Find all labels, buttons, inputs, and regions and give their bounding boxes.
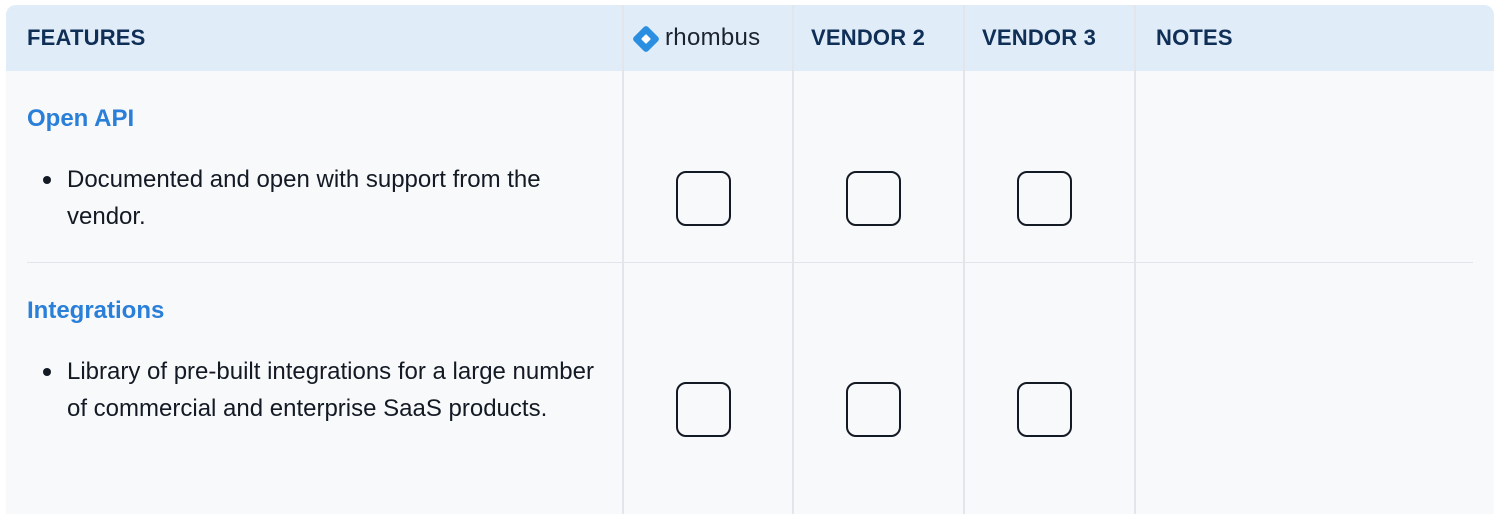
checkbox-integrations-vendor-3[interactable] [1017,382,1072,437]
checkbox-integrations-rhombus[interactable] [676,382,731,437]
column-divider [963,5,965,514]
header-vendor-rhombus: rhombus [633,5,761,71]
row-divider [27,262,1473,263]
checkbox-open-api-vendor-2[interactable] [846,171,901,226]
bullet-dot-icon [27,353,67,427]
feature-description: Library of pre-built integrations for a … [67,358,594,422]
checkbox-open-api-vendor-3[interactable] [1017,171,1072,226]
column-divider [1134,5,1136,514]
feature-title-integrations: Integrations [27,297,165,324]
list-item: Library of pre-built integrations for a … [27,353,597,427]
header-vendor-2: VENDOR 2 [811,25,926,50]
header-vendor-3: VENDOR 3 [982,25,1097,50]
column-divider [622,5,624,514]
bullet-dot-icon [27,161,67,235]
feature-title-open-api: Open API [27,105,135,132]
checkbox-integrations-vendor-2[interactable] [846,382,901,437]
list-item: Documented and open with support from th… [27,161,597,235]
rhombus-diamond-icon [633,25,659,52]
comparison-table: FEATURES rhombus VENDOR 2 VENDOR 3 NOTES… [6,5,1494,514]
header-notes: NOTES [1156,25,1233,50]
column-divider [792,5,794,514]
feature-description: Documented and open with support from th… [67,166,541,230]
header-features: FEATURES [27,25,146,50]
vendor-1-name: rhombus [665,24,761,51]
checkbox-open-api-rhombus[interactable] [676,171,731,226]
